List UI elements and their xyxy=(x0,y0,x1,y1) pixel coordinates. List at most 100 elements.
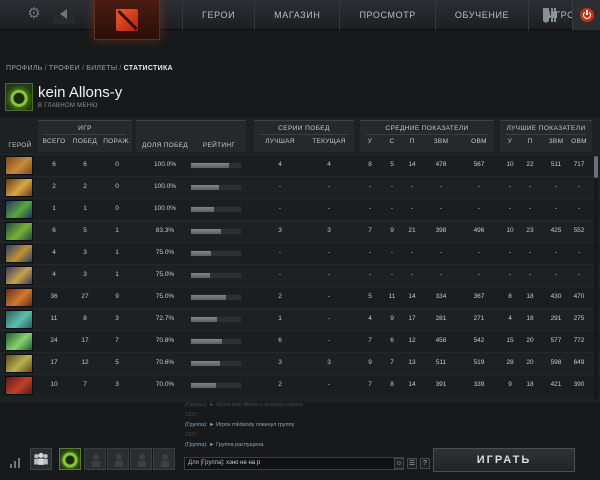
party-slot-empty[interactable] xyxy=(153,448,175,470)
table-row[interactable]: 6 6 0 100.0% 4 4 8 5 14 478 567 10 22 511 717 xyxy=(0,154,600,176)
rating-bar-fill xyxy=(191,229,221,234)
table-row[interactable]: 6 5 1 83.3% 3 3 7 9 21 398 496 10 23 425 552 xyxy=(0,220,600,242)
divider xyxy=(260,134,348,135)
col-losses[interactable]: ПОРАЖ. xyxy=(102,138,132,145)
cell-bgpm: 552 xyxy=(573,227,585,234)
breadcrumb-trophies[interactable]: ТРОФЕИ xyxy=(49,65,80,72)
hero-portrait[interactable] xyxy=(5,244,33,263)
play-button[interactable]: ИГРАТЬ xyxy=(433,448,575,472)
cell-aa: 12 xyxy=(408,337,416,344)
col-best-kills[interactable]: У xyxy=(502,138,518,145)
cell-axpm: 398 xyxy=(435,227,447,234)
hero-portrait[interactable] xyxy=(5,376,33,395)
scrollbar-thumb[interactable] xyxy=(594,156,598,178)
cell-best: - xyxy=(278,249,282,256)
table-row[interactable]: 36 27 9 75.0% 2-5 11 14 334 367 8 18 430 470 xyxy=(0,286,600,308)
cell-axpm: 478 xyxy=(435,161,447,168)
table-row[interactable]: 17 12 5 70.6% 3 3 9 7 13 511 519 28 20 598 649 xyxy=(0,352,600,374)
cell-ak: - xyxy=(368,271,372,278)
col-avg-assists[interactable]: П xyxy=(404,138,420,145)
col-winrate[interactable]: ДОЛЯ ПОБЕД xyxy=(140,142,190,149)
col-avg-kills[interactable]: У xyxy=(362,138,378,145)
table-row[interactable]: 11 8 3 72.7% 1-4 9 17 281 271 4 18 291 275 xyxy=(0,308,600,330)
col-rating[interactable]: РЕЙТИНГ xyxy=(196,142,242,149)
nav-store[interactable]: МАГАЗИН xyxy=(254,0,339,30)
cell-agpm: 271 xyxy=(473,315,485,322)
hero-portrait[interactable] xyxy=(5,310,33,329)
col-wins[interactable]: ПОБЕД xyxy=(71,138,99,145)
hero-portrait[interactable] xyxy=(5,156,33,175)
party-button[interactable] xyxy=(30,448,52,470)
cell-bk: 28 xyxy=(506,359,514,366)
breadcrumb-tickets[interactable]: БИЛЕТЫ xyxy=(86,65,117,72)
party-slot-empty[interactable] xyxy=(130,448,152,470)
cell-losses: 0 xyxy=(115,161,119,168)
cell-aa: 13 xyxy=(408,359,416,366)
col-best-assists[interactable]: П xyxy=(522,138,538,145)
cell-aa: 17 xyxy=(408,315,416,322)
breadcrumb-profile[interactable]: ПРОФИЛЬ xyxy=(6,65,43,72)
shield-icon[interactable] xyxy=(540,6,558,24)
cell-best: 3 xyxy=(278,227,282,234)
cell-total: 17 xyxy=(50,359,58,366)
party-slot-empty[interactable] xyxy=(84,448,106,470)
settings-gear-icon[interactable]: ⚙ xyxy=(26,6,42,22)
chat-channel: (Группа): xyxy=(185,402,208,408)
col-avg-deaths[interactable]: С xyxy=(384,138,400,145)
cell-ad: 6 xyxy=(390,337,394,344)
cell-axpm: 281 xyxy=(435,315,447,322)
hero-portrait[interactable] xyxy=(5,222,33,241)
col-best-streak[interactable]: ЛУЧШАЯ xyxy=(258,138,302,145)
col-avg-xpm[interactable]: ЗВМ xyxy=(428,138,454,145)
avatar[interactable] xyxy=(5,83,33,111)
table-row[interactable]: 10 7 3 70.0% 2-7 8 14 391 339 9 18 421 390 xyxy=(0,374,600,396)
breadcrumb-separator: / xyxy=(119,65,122,72)
party-slot-empty[interactable] xyxy=(107,448,129,470)
scrollbar-track[interactable] xyxy=(594,154,598,400)
nav-heroes[interactable]: ГЕРОИ xyxy=(182,0,254,30)
power-exit-button[interactable] xyxy=(572,0,600,30)
col-total[interactable]: ВСЕГО xyxy=(40,138,68,145)
table-row[interactable]: 2 2 0 100.0% - - - - - - - - - - - xyxy=(0,176,600,198)
rating-bar xyxy=(190,382,242,389)
back-arrow-icon[interactable] xyxy=(53,4,75,24)
cell-losses: 9 xyxy=(115,293,119,300)
cell-winrate: 72.7% xyxy=(155,315,175,322)
cell-bgpm: 470 xyxy=(573,293,585,300)
col-best-gpm[interactable]: ОВМ xyxy=(566,138,592,145)
hero-portrait[interactable] xyxy=(5,266,33,285)
nav-watch[interactable]: ПРОСМОТР xyxy=(339,0,434,30)
party-slot-self-avatar[interactable] xyxy=(59,448,81,470)
person-icon xyxy=(138,454,146,467)
cell-losses: 0 xyxy=(115,183,119,190)
dota-logo-home-button[interactable] xyxy=(94,0,160,40)
hero-portrait[interactable] xyxy=(5,354,33,373)
rating-bar xyxy=(190,294,242,301)
breadcrumb-stats: СТАТИСТИКА xyxy=(123,65,173,72)
hero-portrait[interactable] xyxy=(5,178,33,197)
cell-agpm: 496 xyxy=(473,227,485,234)
hero-portrait[interactable] xyxy=(5,332,33,351)
cell-total: 6 xyxy=(52,161,56,168)
col-current-streak[interactable]: ТЕКУЩАЯ xyxy=(306,138,352,145)
cell-bgpm: 717 xyxy=(573,161,585,168)
hero-portrait[interactable] xyxy=(5,288,33,307)
col-avg-gpm[interactable]: ОВМ xyxy=(466,138,492,145)
cell-wins: 12 xyxy=(81,359,89,366)
table-row[interactable]: 1 1 0 100.0% - - - - - - - - - - - xyxy=(0,198,600,220)
cell-winrate: 100.0% xyxy=(153,161,177,168)
nav-learn[interactable]: ОБУЧЕНИЕ xyxy=(434,0,528,30)
cell-agpm: 339 xyxy=(473,381,485,388)
cell-ba: 18 xyxy=(526,315,534,322)
table-row[interactable]: 4 3 1 75.0% - - - - - - - - - - - xyxy=(0,264,600,286)
cell-total: 1 xyxy=(52,205,56,212)
hero-portrait[interactable] xyxy=(5,200,33,219)
col-hero[interactable]: ГЕРОЙ xyxy=(6,142,34,149)
cell-wins: 6 xyxy=(83,161,87,168)
main-menu-link[interactable]: В ГЛАВНОМ МЕНЮ xyxy=(38,103,98,109)
table-row[interactable]: 24 17 7 70.8% 6-7 6 12 458 542 15 20 577 772 xyxy=(0,330,600,352)
cell-ad: 9 xyxy=(390,315,394,322)
cell-axpm: 511 xyxy=(435,359,447,366)
table-row[interactable]: 4 3 1 75.0% - - - - - - - - - - - xyxy=(0,242,600,264)
group-streaks-title: СЕРИИ ПОБЕД xyxy=(278,125,330,132)
